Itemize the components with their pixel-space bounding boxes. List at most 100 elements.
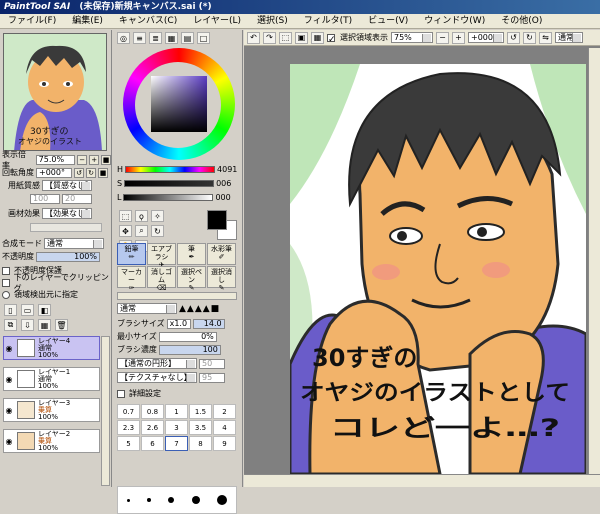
lightness-slider[interactable] [123,194,214,201]
opt-clip-row[interactable]: 下のレイヤーでクリッピング [2,273,111,293]
color-sv-square[interactable] [151,76,207,132]
layer-item-3[interactable]: ◉ レイヤー3 乗算 100% [3,398,100,422]
saturation-slider[interactable] [124,180,215,187]
menu-edit[interactable]: 編集(E) [64,14,111,28]
size-preset[interactable]: 3.5 [189,420,212,435]
brush-mode-select[interactable]: 通常 [117,303,177,314]
layer-setting-icon[interactable]: ◧ [38,304,51,316]
rotate-reset-button[interactable]: ■ [98,167,108,178]
selection-display-checkbox[interactable]: ✓ [327,33,336,45]
layer-item-2[interactable]: ◉ レイヤー2 乗算 100% [3,429,100,453]
merge-layer-icon[interactable]: ⇩ [21,319,34,331]
selection-pen-tool[interactable]: 選択ペン ✎ [177,266,206,292]
flip-icon[interactable]: ⇋ [539,31,552,44]
hue-slider[interactable] [125,166,216,173]
zoom-in-icon[interactable]: + [452,31,465,44]
size-preset[interactable]: 2.3 [117,420,140,435]
size-preset[interactable]: 5 [117,436,140,451]
rotate-tool-icon[interactable]: ↻ [151,225,164,237]
zoom-reset-button[interactable]: ■ [101,154,111,165]
copy-layer-icon[interactable]: ⧉ [4,319,17,331]
rotate-left-icon[interactable]: ↺ [507,31,520,44]
watercolor-tool[interactable]: 水彩筆 ✐ [207,243,236,265]
layer-scrollbar[interactable] [101,336,110,486]
selection-source-radio[interactable] [2,290,10,299]
preserve-opacity-checkbox[interactable] [2,266,10,275]
angle-field[interactable]: +000° [36,167,72,178]
opt-source-row[interactable]: 領域検出元に指定 [2,289,78,300]
redo-icon[interactable]: ↷ [263,31,276,44]
rgb-slider-tab-icon[interactable]: ≡ [133,32,146,44]
zoom-tool-icon[interactable]: ⌕ [135,225,148,237]
magic-wand-icon[interactable]: ✧ [151,210,164,222]
undo-icon[interactable]: ↶ [247,31,260,44]
scratchpad-tab-icon[interactable]: □ [197,32,210,44]
detail-settings-row[interactable]: 詳細設定 [117,388,161,399]
size-preset[interactable]: 4 [213,420,236,435]
paper-texture-select[interactable]: 【質感なし】 [42,180,93,191]
blend-select[interactable]: 通常 [44,238,104,249]
zoom-out-button[interactable]: − [77,154,88,165]
canvas-vertical-scrollbar[interactable] [588,48,600,474]
zoom-in-button[interactable]: + [89,154,100,165]
lasso-icon[interactable]: ϙ [135,210,148,222]
detail-settings-checkbox[interactable] [117,389,125,398]
invert-selection-icon[interactable]: ▣ [295,31,308,44]
palette-tab-icon[interactable]: ▤ [181,32,194,44]
paper-effect-select[interactable]: 【効果なし】 [42,208,93,219]
size-preset[interactable]: 0.8 [141,404,164,419]
zoom-out-icon[interactable]: − [436,31,449,44]
menu-filter[interactable]: フィルタ(T) [296,14,360,28]
canvas-horizontal-scrollbar[interactable] [244,474,600,487]
brush-size-slider[interactable]: 14.0 [192,318,225,329]
pencil-tool[interactable]: 鉛筆 ✏ [117,243,146,265]
menu-canvas[interactable]: キャンバス(C) [111,14,185,28]
eye-icon[interactable]: ◉ [4,430,14,452]
size-preset[interactable]: 1 [165,404,188,419]
canvas-zoom-select[interactable]: 75% [391,32,433,43]
size-preset[interactable]: 0.7 [117,404,140,419]
layer-item-4[interactable]: ◉ レイヤー4 通常 100% [3,336,100,360]
rect-select-icon[interactable]: ⬚ [119,210,132,222]
brush-tool[interactable]: 筆 ✒ [177,243,206,265]
brush-tip-shapes-icon[interactable]: ▲▲▲▲■ [179,304,220,314]
rotate-right-icon[interactable]: ↻ [523,31,536,44]
canvas-angle-select[interactable]: +000° [468,32,504,43]
menu-other[interactable]: その他(O) [493,14,550,28]
eraser-tool[interactable]: 消しゴム ⌫ [147,266,176,292]
swatch-tab-icon[interactable]: ▦ [165,32,178,44]
size-preset[interactable]: 2 [213,404,236,419]
new-folder-icon[interactable]: ▭ [21,304,34,316]
min-size-slider[interactable]: 0% [158,331,217,342]
deselect-icon[interactable]: ⬚ [279,31,292,44]
marker-tool[interactable]: マーカー ✑ [117,266,146,292]
rotate-right-button[interactable]: ↻ [86,167,96,178]
size-preset[interactable]: 3 [165,420,188,435]
size-preset[interactable]: 7 [165,436,188,451]
hsv-slider-tab-icon[interactable]: ≣ [149,32,162,44]
brush-texture-select[interactable]: 【テクスチャなし】 [117,372,197,383]
selection-eraser-tool[interactable]: 選択消し ✎ [207,266,236,292]
brush-shape-select[interactable]: 【通常の円形】 [117,358,197,369]
menu-view[interactable]: ビュー(V) [360,14,416,28]
canvas-artwork[interactable]: 30すぎの オヤジのイラストとして コレど一よ…? [290,64,586,474]
opacity-slider[interactable]: 100% [36,251,100,262]
delete-layer-icon[interactable]: 🗑 [55,319,68,331]
menu-select[interactable]: 選択(S) [249,14,296,28]
size-preset[interactable]: 8 [189,436,212,451]
size-preset[interactable]: 6 [141,436,164,451]
foreground-color-swatch[interactable] [207,210,227,230]
new-layer-icon[interactable]: ▯ [4,304,17,316]
brush-size-multiplier[interactable]: x1.0 [166,318,191,329]
size-preset[interactable]: 2.6 [141,420,164,435]
airbrush-tool[interactable]: エアブラシ ✈ [147,243,176,269]
move-icon[interactable]: ✥ [119,225,132,237]
clipping-checkbox[interactable] [2,278,10,287]
clear-layer-icon[interactable]: ▦ [38,319,51,331]
menu-window[interactable]: ウィンドウ(W) [416,14,493,28]
size-preset[interactable]: 9 [213,436,236,451]
layer-item-1[interactable]: ◉ レイヤー1 通常 100% [3,367,100,391]
eye-icon[interactable]: ◉ [4,337,14,359]
zoom-field[interactable]: 75.0% [35,154,76,165]
menu-layer[interactable]: レイヤー(L) [185,14,249,28]
